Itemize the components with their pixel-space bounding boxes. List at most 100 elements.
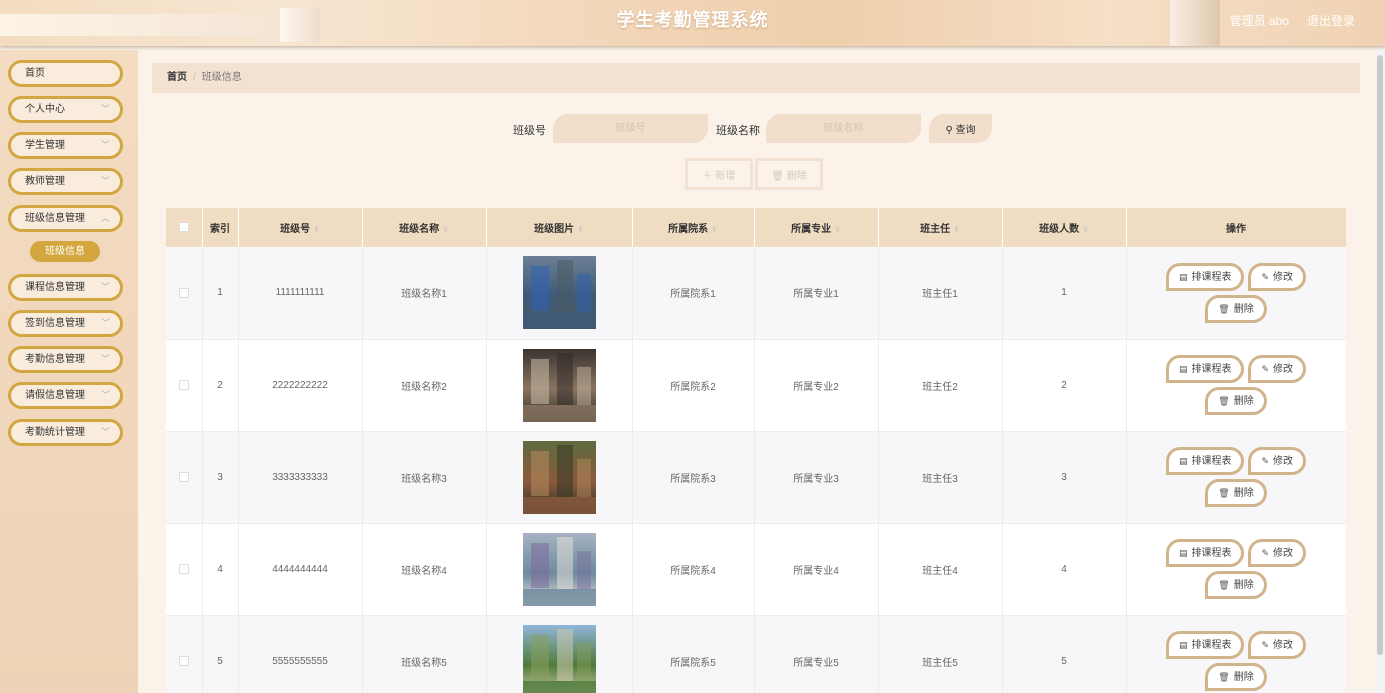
- schedule-button-label: 排课程表: [1191, 456, 1232, 467]
- sidebar-item-attendance-info[interactable]: 考勤信息管理 ﹀: [8, 346, 123, 373]
- sidebar-item-class-info[interactable]: 班级信息管理 ︿: [8, 205, 123, 232]
- batch-delete-button[interactable]: 🗑 删除: [755, 158, 823, 190]
- col-header-class-name[interactable]: 班级名称 ⇕: [362, 208, 487, 247]
- edit-button[interactable]: ✎ 修改: [1248, 539, 1307, 567]
- logout-link[interactable]: 退出登录: [1307, 12, 1355, 29]
- cell-teacher: 班主任3: [878, 431, 1003, 524]
- sidebar-item-signin-info[interactable]: 签到信息管理 ﹀: [8, 310, 123, 337]
- schedule-button-label: 排课程表: [1191, 364, 1232, 375]
- delete-button[interactable]: 🗑 删除: [1205, 387, 1267, 415]
- sidebar-item-leave-info[interactable]: 请假信息管理 ﹀: [8, 382, 123, 409]
- col-header-class-image[interactable]: 班级图片 ⇕: [486, 208, 633, 247]
- delete-button-label: 删除: [1233, 488, 1254, 499]
- document-icon: ▤: [1178, 456, 1188, 466]
- main-content: 首页 / 班级信息 班级号 班级名称 ⚲ 查询 ＋ 新增 🗑 删除 索引 班级号⇕ …: [150, 50, 1375, 693]
- schedule-button[interactable]: ▤ 排课程表: [1165, 447, 1245, 475]
- breadcrumb-home[interactable]: 首页: [167, 72, 187, 83]
- col-header-class-no[interactable]: 班级号 ⇕: [238, 208, 363, 247]
- row-checkbox[interactable]: [178, 287, 189, 298]
- cell-count: 3: [1002, 431, 1127, 524]
- search-bar: 班级号 班级名称 ⚲ 查询: [150, 114, 1375, 144]
- class-image-thumbnail[interactable]: [522, 532, 596, 606]
- sidebar-item-attendance-stats[interactable]: 考勤统计管理 ﹀: [8, 419, 123, 446]
- edit-button[interactable]: ✎ 修改: [1248, 447, 1307, 475]
- sidebar-item-profile[interactable]: 个人中心 ﹀: [8, 96, 123, 123]
- row-checkbox[interactable]: [178, 563, 189, 574]
- class-name-input[interactable]: [766, 114, 921, 143]
- cell-major: 所属专业2: [754, 339, 879, 432]
- cell-index: 1: [202, 247, 239, 340]
- query-button[interactable]: ⚲ 查询: [929, 114, 992, 143]
- scrollbar-thumb[interactable]: [1377, 55, 1383, 655]
- row-checkbox[interactable]: [178, 379, 189, 390]
- schedule-button-label: 排课程表: [1191, 548, 1232, 559]
- delete-button-label: 删除: [1233, 396, 1254, 407]
- col-header-teacher[interactable]: 班主任 ⇕: [878, 208, 1003, 247]
- schedule-button[interactable]: ▤ 排课程表: [1165, 355, 1245, 383]
- sidebar-item-label: 个人中心: [25, 104, 65, 115]
- sidebar-item-label: 课程信息管理: [25, 282, 85, 293]
- schedule-button[interactable]: ▤ 排课程表: [1165, 539, 1245, 567]
- top-header: 学生考勤管理系统 管理员 abo 退出登录: [0, 0, 1385, 46]
- class-image-thumbnail[interactable]: [522, 256, 596, 330]
- row-select-cell: [166, 615, 203, 693]
- sidebar-item-label: 教师管理: [25, 176, 65, 187]
- delete-button[interactable]: 🗑 删除: [1205, 571, 1267, 599]
- action-row: 🗑 删除: [1127, 385, 1346, 417]
- sidebar-item-course-info[interactable]: 课程信息管理 ﹀: [8, 274, 123, 301]
- edit-button[interactable]: ✎ 修改: [1248, 631, 1307, 659]
- sidebar-subitem-class-info[interactable]: 班级信息: [30, 241, 100, 262]
- cell-class-image: [486, 523, 633, 616]
- cell-class-name: 班级名称3: [362, 431, 487, 524]
- sidebar: 首页 个人中心 ﹀ 学生管理 ﹀ 教师管理 ﹀ 班级信息管理 ︿ 班级信息 课程信息管理…: [0, 50, 138, 693]
- cell-class-no: 4444444444: [238, 523, 363, 616]
- cell-actions: ▤ 排课程表 ✎ 修改 🗑 删除: [1126, 523, 1346, 616]
- delete-button-label: 删除: [1233, 672, 1254, 683]
- cell-index: 2: [202, 339, 239, 432]
- edit-button[interactable]: ✎ 修改: [1248, 355, 1307, 383]
- delete-button[interactable]: 🗑 删除: [1205, 663, 1267, 691]
- class-image-thumbnail[interactable]: [522, 348, 596, 422]
- sidebar-item-label: 考勤统计管理: [25, 427, 85, 438]
- document-icon: ▤: [1178, 271, 1188, 282]
- cell-class-no: 1111111111: [238, 247, 363, 340]
- plus-icon: ＋: [702, 170, 713, 182]
- col-header-dept[interactable]: 所属院系 ⇕: [632, 208, 755, 247]
- select-all-cell: [166, 208, 203, 247]
- col-header-count[interactable]: 班级人数 ⇕: [1002, 208, 1127, 247]
- pencil-icon: ✎: [1261, 364, 1270, 374]
- edit-button-label: 修改: [1273, 271, 1294, 283]
- col-header-index: 索引: [202, 208, 239, 247]
- col-header-label: 所属专业: [791, 224, 832, 235]
- row-checkbox[interactable]: [178, 471, 189, 482]
- chevron-down-icon: ﹀: [100, 140, 110, 150]
- delete-button[interactable]: 🗑 删除: [1205, 479, 1267, 507]
- col-header-label: 班主任: [920, 224, 951, 235]
- class-no-input[interactable]: [553, 114, 708, 143]
- cell-actions: ▤ 排课程表 ✎ 修改 🗑 删除: [1126, 431, 1346, 524]
- select-all-checkbox[interactable]: [178, 222, 189, 233]
- schedule-button[interactable]: ▤ 排课程表: [1165, 631, 1245, 659]
- action-row: ▤ 排课程表 ✎ 修改: [1127, 261, 1346, 293]
- sidebar-item-teachers[interactable]: 教师管理 ﹀: [8, 168, 123, 195]
- col-header-major[interactable]: 所属专业 ⇕: [754, 208, 879, 247]
- schedule-button[interactable]: ▤ 排课程表: [1165, 262, 1245, 291]
- chevron-down-icon: ﹀: [100, 354, 110, 364]
- page-scrollbar[interactable]: [1375, 50, 1385, 693]
- action-row: ▤ 排课程表 ✎ 修改: [1127, 353, 1346, 385]
- edit-button[interactable]: ✎ 修改: [1248, 262, 1307, 291]
- cell-teacher: 班主任2: [878, 339, 1003, 432]
- sidebar-item-students[interactable]: 学生管理 ﹀: [8, 132, 123, 159]
- sidebar-item-home[interactable]: 首页: [8, 60, 123, 87]
- class-image-thumbnail[interactable]: [522, 440, 596, 514]
- sort-icon: ⇕: [313, 225, 320, 234]
- row-checkbox[interactable]: [178, 655, 189, 666]
- table-row: 3 3333333333 班级名称3 所属院系3 所属专业3 班主任3 3 ▤ …: [166, 431, 1346, 524]
- schedule-button-label: 排课程表: [1191, 271, 1232, 283]
- sort-icon: ⇕: [711, 225, 718, 234]
- delete-button[interactable]: 🗑 删除: [1205, 294, 1267, 323]
- add-button[interactable]: ＋ 新增: [685, 158, 753, 190]
- document-icon: ▤: [1178, 640, 1188, 650]
- class-image-thumbnail[interactable]: [522, 624, 596, 693]
- col-header-label: 班级人数: [1039, 224, 1080, 235]
